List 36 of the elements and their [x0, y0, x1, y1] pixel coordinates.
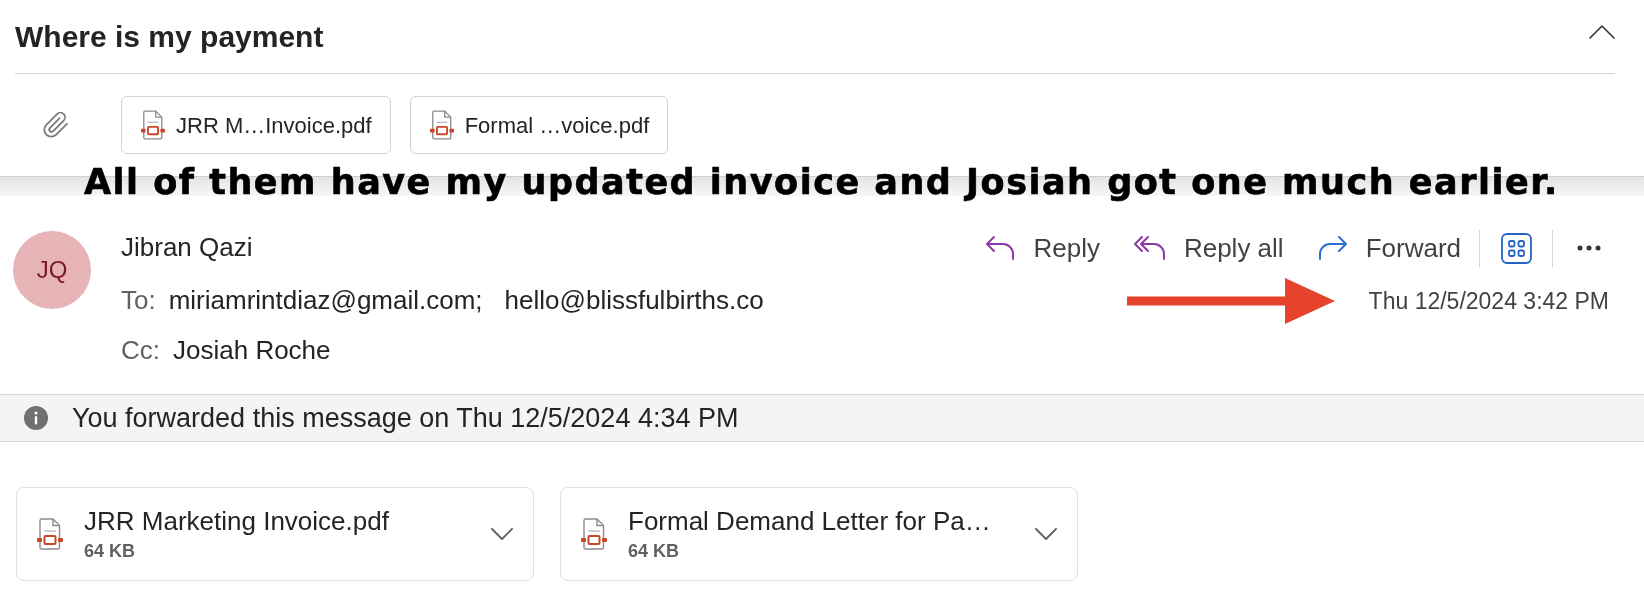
reply-icon — [985, 235, 1016, 261]
attachment-name: Formal Demand Letter for Pa… — [628, 506, 992, 536]
reply-all-icon — [1133, 235, 1166, 261]
attachment-name: JRR Marketing Invoice.pdf — [84, 506, 390, 536]
chevron-down-icon[interactable] — [1035, 528, 1057, 540]
chevron-down-icon[interactable] — [491, 528, 513, 540]
cc-recipient[interactable]: Josiah Roche — [173, 330, 331, 370]
pdf-file-icon — [429, 110, 454, 140]
attachment-card[interactable]: JRR Marketing Invoice.pdf 64 KB — [16, 487, 534, 581]
sender-avatar: JQ — [13, 231, 91, 309]
attachment-chip[interactable]: Formal …voice.pdf — [409, 96, 669, 154]
info-icon — [24, 406, 48, 430]
forward-button[interactable]: Forward — [1308, 228, 1470, 268]
info-text: You forwarded this message on Thu 12/5/2024 4:34 PM — [72, 401, 739, 435]
sent-date: Thu 12/5/2024 3:42 PM — [1368, 287, 1609, 315]
attachment-size: 64 KB — [84, 540, 137, 562]
recipient-address[interactable]: hello@blissfulbirths.co — [504, 280, 764, 320]
attachment-card[interactable]: Formal Demand Letter for Pa… 64 KB — [560, 487, 1078, 581]
sender-name[interactable]: Jibran Qazi — [121, 227, 253, 267]
attachment-size: 64 KB — [628, 540, 681, 562]
reply-button[interactable]: Reply — [976, 228, 1109, 268]
subject-title: Where is my payment — [15, 18, 324, 55]
attachment-chip[interactable]: JRR M…Invoice.pdf — [121, 96, 391, 154]
pdf-file-icon — [581, 518, 607, 550]
annotation-text: All of them have my updated invoice and Josiah got one much earlier. — [84, 161, 1559, 203]
reply-all-button[interactable]: Reply all — [1124, 228, 1293, 268]
paperclip-icon — [42, 111, 70, 139]
chevron-up-icon — [1589, 24, 1615, 39]
cc-label: Cc: — [121, 333, 160, 367]
more-icon — [1577, 245, 1601, 251]
pdf-file-icon — [141, 110, 165, 140]
pdf-file-icon — [37, 518, 63, 550]
forward-icon — [1317, 235, 1348, 261]
apps-grid-icon — [1500, 232, 1532, 264]
recipient-address[interactable]: miriamrintdiaz@gmail.com; — [168, 280, 483, 320]
to-label: To: — [121, 283, 156, 317]
